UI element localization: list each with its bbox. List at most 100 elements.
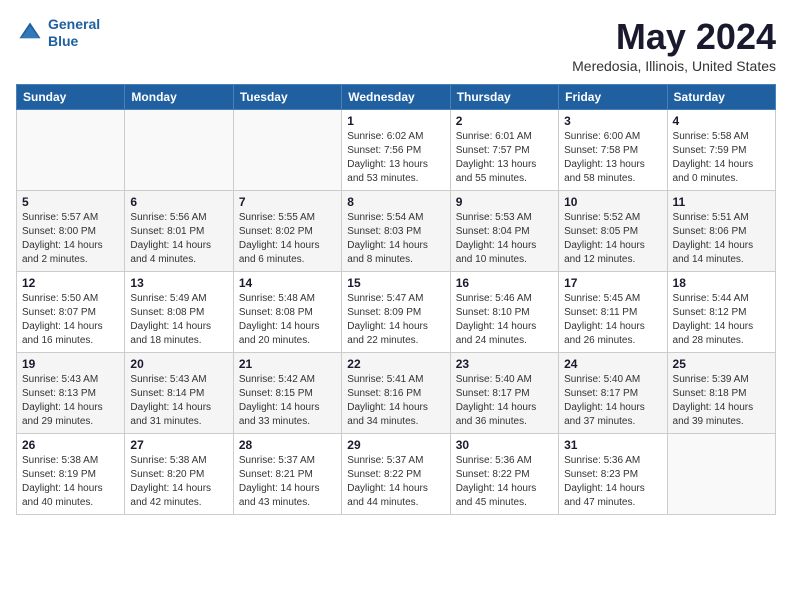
- day-number: 25: [673, 357, 770, 371]
- title-block: May 2024 Meredosia, Illinois, United Sta…: [572, 16, 776, 74]
- calendar-cell: 2 Sunrise: 6:01 AM Sunset: 7:57 PM Daylig…: [450, 110, 558, 191]
- calendar-cell: 7 Sunrise: 5:55 AM Sunset: 8:02 PM Daylig…: [233, 191, 341, 272]
- calendar-cell: 10Sunrise: 5:52 AM Sunset: 8:05 PM Dayli…: [559, 191, 667, 272]
- day-detail: Sunrise: 5:46 AM Sunset: 8:10 PM Dayligh…: [456, 292, 553, 348]
- page-subtitle: Meredosia, Illinois, United States: [572, 58, 776, 74]
- calendar-cell: 16 Sunrise: 5:46 AM Sunset: 8:10 PM Dayli…: [450, 272, 558, 353]
- day-number: 8: [347, 195, 444, 209]
- calendar-week-row: 1 Sunrise: 6:02 AM Sunset: 7:56 PM Daylig…: [17, 110, 776, 191]
- day-number: 24: [564, 357, 661, 371]
- day-number: 4: [673, 114, 770, 128]
- day-detail: Sunrise: 6:02 AM Sunset: 7:56 PM Dayligh…: [347, 130, 444, 186]
- calendar-header-row: SundayMondayTuesdayWednesdayThursdayFrid…: [17, 85, 776, 110]
- calendar-cell: 28 Sunrise: 5:37 AM Sunset: 8:21 PM Dayli…: [233, 434, 341, 515]
- day-detail: Sunrise: 5:51 AM Sunset: 8:06 PM Dayligh…: [673, 211, 770, 267]
- day-number: 20: [130, 357, 227, 371]
- calendar-cell: 4 Sunrise: 5:58 AM Sunset: 7:59 PM Daylig…: [667, 110, 775, 191]
- day-detail: Sunrise: 5:45 AM Sunset: 8:11 PM Dayligh…: [564, 292, 661, 348]
- day-detail: Sunrise: 5:37 AM Sunset: 8:22 PM Dayligh…: [347, 454, 444, 510]
- calendar-header-tuesday: Tuesday: [233, 85, 341, 110]
- day-number: 30: [456, 438, 553, 452]
- calendar-cell: 19 Sunrise: 5:43 AM Sunset: 8:13 PM Dayli…: [17, 353, 125, 434]
- day-number: 7: [239, 195, 336, 209]
- day-number: 17: [564, 276, 661, 290]
- day-detail: Sunrise: 5:43 AM Sunset: 8:13 PM Dayligh…: [22, 373, 119, 429]
- calendar-header-friday: Friday: [559, 85, 667, 110]
- calendar-cell: 18Sunrise: 5:44 AM Sunset: 8:12 PM Dayli…: [667, 272, 775, 353]
- calendar-cell: 23Sunrise: 5:40 AM Sunset: 8:17 PM Dayli…: [450, 353, 558, 434]
- calendar-cell: 6 Sunrise: 5:56 AM Sunset: 8:01 PM Daylig…: [125, 191, 233, 272]
- day-number: 15: [347, 276, 444, 290]
- day-detail: Sunrise: 5:56 AM Sunset: 8:01 PM Dayligh…: [130, 211, 227, 267]
- day-detail: Sunrise: 5:49 AM Sunset: 8:08 PM Dayligh…: [130, 292, 227, 348]
- day-detail: Sunrise: 6:00 AM Sunset: 7:58 PM Dayligh…: [564, 130, 661, 186]
- page-title: May 2024: [572, 16, 776, 58]
- day-number: 5: [22, 195, 119, 209]
- day-detail: Sunrise: 5:36 AM Sunset: 8:23 PM Dayligh…: [564, 454, 661, 510]
- day-number: 16: [456, 276, 553, 290]
- day-detail: Sunrise: 5:48 AM Sunset: 8:08 PM Dayligh…: [239, 292, 336, 348]
- page-header: General Blue May 2024 Meredosia, Illinoi…: [16, 16, 776, 74]
- day-number: 11: [673, 195, 770, 209]
- day-detail: Sunrise: 5:55 AM Sunset: 8:02 PM Dayligh…: [239, 211, 336, 267]
- calendar-header-sunday: Sunday: [17, 85, 125, 110]
- calendar-week-row: 19 Sunrise: 5:43 AM Sunset: 8:13 PM Dayli…: [17, 353, 776, 434]
- day-number: 1: [347, 114, 444, 128]
- day-detail: Sunrise: 5:37 AM Sunset: 8:21 PM Dayligh…: [239, 454, 336, 510]
- calendar-cell: 21Sunrise: 5:42 AM Sunset: 8:15 PM Dayli…: [233, 353, 341, 434]
- day-number: 6: [130, 195, 227, 209]
- day-detail: Sunrise: 5:40 AM Sunset: 8:17 PM Dayligh…: [564, 373, 661, 429]
- calendar-week-row: 12Sunrise: 5:50 AM Sunset: 8:07 PM Dayli…: [17, 272, 776, 353]
- calendar-week-row: 26Sunrise: 5:38 AM Sunset: 8:19 PM Dayli…: [17, 434, 776, 515]
- day-number: 13: [130, 276, 227, 290]
- calendar-cell: 3Sunrise: 6:00 AM Sunset: 7:58 PM Daylig…: [559, 110, 667, 191]
- day-number: 2: [456, 114, 553, 128]
- calendar-cell: 25 Sunrise: 5:39 AM Sunset: 8:18 PM Dayli…: [667, 353, 775, 434]
- day-number: 27: [130, 438, 227, 452]
- calendar-cell: [233, 110, 341, 191]
- calendar-cell: 31 Sunrise: 5:36 AM Sunset: 8:23 PM Dayli…: [559, 434, 667, 515]
- calendar-cell: 5 Sunrise: 5:57 AM Sunset: 8:00 PM Daylig…: [17, 191, 125, 272]
- day-detail: Sunrise: 5:39 AM Sunset: 8:18 PM Dayligh…: [673, 373, 770, 429]
- day-detail: Sunrise: 5:58 AM Sunset: 7:59 PM Dayligh…: [673, 130, 770, 186]
- logo-text: General Blue: [48, 16, 100, 50]
- calendar-header-thursday: Thursday: [450, 85, 558, 110]
- day-number: 14: [239, 276, 336, 290]
- day-detail: Sunrise: 5:41 AM Sunset: 8:16 PM Dayligh…: [347, 373, 444, 429]
- day-number: 12: [22, 276, 119, 290]
- calendar-cell: [667, 434, 775, 515]
- calendar-cell: 8 Sunrise: 5:54 AM Sunset: 8:03 PM Daylig…: [342, 191, 450, 272]
- calendar-week-row: 5 Sunrise: 5:57 AM Sunset: 8:00 PM Daylig…: [17, 191, 776, 272]
- calendar-cell: 27 Sunrise: 5:38 AM Sunset: 8:20 PM Dayli…: [125, 434, 233, 515]
- calendar-cell: 12Sunrise: 5:50 AM Sunset: 8:07 PM Dayli…: [17, 272, 125, 353]
- calendar-cell: 20Sunrise: 5:43 AM Sunset: 8:14 PM Dayli…: [125, 353, 233, 434]
- day-number: 28: [239, 438, 336, 452]
- day-detail: Sunrise: 5:57 AM Sunset: 8:00 PM Dayligh…: [22, 211, 119, 267]
- day-detail: Sunrise: 5:54 AM Sunset: 8:03 PM Dayligh…: [347, 211, 444, 267]
- day-detail: Sunrise: 5:52 AM Sunset: 8:05 PM Dayligh…: [564, 211, 661, 267]
- calendar-cell: 15Sunrise: 5:47 AM Sunset: 8:09 PM Dayli…: [342, 272, 450, 353]
- calendar-cell: [17, 110, 125, 191]
- day-detail: Sunrise: 5:44 AM Sunset: 8:12 PM Dayligh…: [673, 292, 770, 348]
- day-detail: Sunrise: 5:38 AM Sunset: 8:20 PM Dayligh…: [130, 454, 227, 510]
- day-number: 29: [347, 438, 444, 452]
- logo: General Blue: [16, 16, 100, 50]
- logo-icon: [16, 19, 44, 47]
- calendar-cell: 14 Sunrise: 5:48 AM Sunset: 8:08 PM Dayli…: [233, 272, 341, 353]
- calendar-cell: 30 Sunrise: 5:36 AM Sunset: 8:22 PM Dayli…: [450, 434, 558, 515]
- calendar-cell: 29 Sunrise: 5:37 AM Sunset: 8:22 PM Dayli…: [342, 434, 450, 515]
- day-number: 21: [239, 357, 336, 371]
- calendar-header-monday: Monday: [125, 85, 233, 110]
- calendar-cell: 1 Sunrise: 6:02 AM Sunset: 7:56 PM Daylig…: [342, 110, 450, 191]
- calendar-cell: 11 Sunrise: 5:51 AM Sunset: 8:06 PM Dayli…: [667, 191, 775, 272]
- day-detail: Sunrise: 6:01 AM Sunset: 7:57 PM Dayligh…: [456, 130, 553, 186]
- day-number: 19: [22, 357, 119, 371]
- calendar-header-saturday: Saturday: [667, 85, 775, 110]
- day-detail: Sunrise: 5:40 AM Sunset: 8:17 PM Dayligh…: [456, 373, 553, 429]
- calendar-cell: [125, 110, 233, 191]
- day-number: 31: [564, 438, 661, 452]
- calendar-table: SundayMondayTuesdayWednesdayThursdayFrid…: [16, 84, 776, 515]
- calendar-cell: 9Sunrise: 5:53 AM Sunset: 8:04 PM Daylig…: [450, 191, 558, 272]
- calendar-cell: 17 Sunrise: 5:45 AM Sunset: 8:11 PM Dayli…: [559, 272, 667, 353]
- day-detail: Sunrise: 5:36 AM Sunset: 8:22 PM Dayligh…: [456, 454, 553, 510]
